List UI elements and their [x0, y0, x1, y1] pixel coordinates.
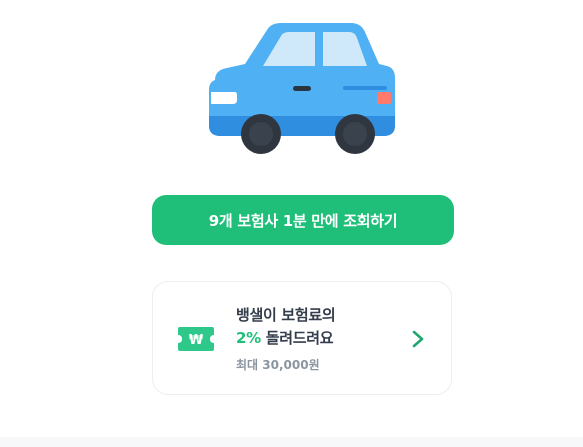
promo-line-2: 2% 돌려드려요	[236, 327, 335, 350]
promo-text-block: 뱅샐이 보험료의 2% 돌려드려요 최대 30,000원	[236, 304, 336, 373]
compare-insurers-button[interactable]: 9개 보험사 1분 만에 조회하기	[152, 195, 454, 245]
car-door-handle	[293, 86, 311, 91]
won-symbol: ₩	[189, 333, 204, 348]
promo-max-note: 최대 30,000원	[236, 358, 320, 372]
chevron-right-icon	[412, 330, 424, 348]
car-rear-hub	[343, 122, 367, 146]
car-front-hub	[249, 122, 273, 146]
car-taillight	[377, 92, 391, 104]
car-illustration	[209, 23, 395, 154]
promo-line-1: 뱅샐이 보험료의	[236, 306, 336, 324]
won-ticket-icon: ₩	[178, 327, 214, 351]
compare-insurers-label: 9개 보험사 1분 만에 조회하기	[208, 211, 398, 230]
promo-percent: 2%	[236, 329, 261, 347]
car-trim	[343, 86, 387, 90]
insurance-page: 9개 보험사 1분 만에 조회하기 ₩ 뱅샐이 보험료의 2% 돌려드려요 최대…	[0, 0, 583, 447]
car-headlight	[211, 92, 237, 104]
bottom-divider	[0, 437, 583, 447]
cashback-promo-card[interactable]: ₩ 뱅샐이 보험료의 2% 돌려드려요 최대 30,000원	[152, 281, 452, 395]
promo-line-2-text: 돌려드려요	[260, 329, 334, 347]
